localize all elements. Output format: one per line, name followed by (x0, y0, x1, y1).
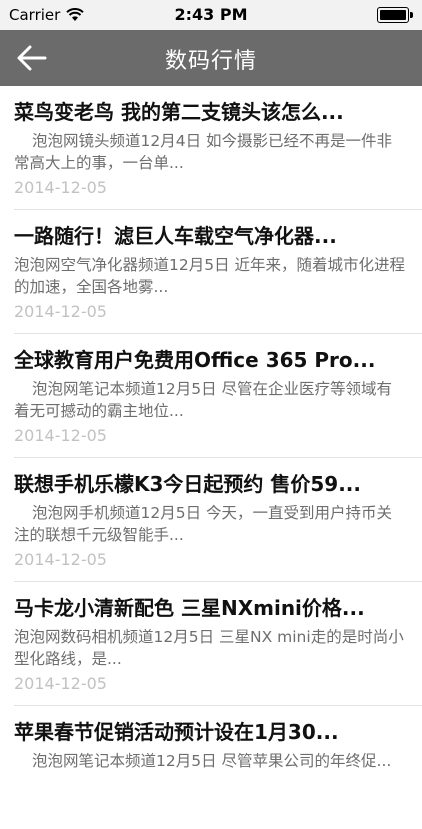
news-item[interactable]: 全球教育用户免费用Office 365 Pro... 泡泡网笔记本频道12月5日… (14, 334, 422, 458)
news-title: 全球教育用户免费用Office 365 Pro... (14, 348, 376, 372)
news-title: 苹果春节促销活动预计设在1月30... (14, 720, 339, 744)
status-time: 2:43 PM (174, 5, 248, 24)
news-item[interactable]: 联想手机乐檬K3今日起预约 售价59... 泡泡网手机频道12月5日 今天，一直… (14, 458, 422, 582)
news-item[interactable]: 一路随行！滤巨人车载空气净化器... 泡泡网空气净化器频道12月5日 近年来，随… (14, 210, 422, 334)
news-summary: 泡泡网镜头频道12月4日 如今摄影已经不再是一件非常高大上的事，一台单... (14, 132, 393, 172)
news-title: 联想手机乐檬K3今日起预约 售价59... (14, 472, 362, 496)
news-summary: 泡泡网手机频道12月5日 今天，一直受到用户持币关注的联想千元级智能手... (14, 504, 393, 544)
news-summary: 泡泡网空气净化器频道12月5日 近年来，随着城市化进程的加速，全国各地雾... (14, 256, 406, 296)
news-title: 马卡龙小清新配色 三星NXmini价格... (14, 596, 365, 620)
news-date: 2014-12-05 (14, 178, 107, 197)
news-summary: 泡泡网数码相机频道12月5日 三星NX mini走的是时尚小型化路线，是... (14, 628, 404, 668)
news-date: 2014-12-05 (14, 550, 107, 569)
news-item[interactable]: 苹果春节促销活动预计设在1月30... 泡泡网笔记本频道12月5日 尽管苹果公司… (14, 706, 422, 829)
news-item[interactable]: 菜鸟变老鸟 我的第二支镜头该怎么... 泡泡网镜头频道12月4日 如今摄影已经不… (14, 86, 422, 210)
news-summary: 泡泡网笔记本频道12月5日 尽管在企业医疗等领域有着无可撼动的霸主地位... (14, 380, 393, 420)
news-title: 菜鸟变老鸟 我的第二支镜头该怎么... (14, 100, 344, 124)
news-summary: 泡泡网笔记本频道12月5日 尽管苹果公司的年终促... (32, 752, 392, 770)
news-list: 菜鸟变老鸟 我的第二支镜头该怎么... 泡泡网镜头频道12月4日 如今摄影已经不… (0, 86, 422, 829)
status-bar: Carrier 2:43 PM (0, 0, 422, 30)
news-date: 2014-12-05 (14, 674, 107, 693)
news-title: 一路随行！滤巨人车载空气净化器... (14, 224, 337, 248)
navigation-bar: 数码行情 (0, 30, 422, 86)
news-date: 2014-12-05 (14, 302, 107, 321)
battery-icon (377, 7, 413, 23)
news-date: 2014-12-05 (14, 426, 107, 445)
page-title: 数码行情 (164, 49, 257, 74)
news-item[interactable]: 马卡龙小清新配色 三星NXmini价格... 泡泡网数码相机频道12月5日 三星… (14, 582, 422, 706)
